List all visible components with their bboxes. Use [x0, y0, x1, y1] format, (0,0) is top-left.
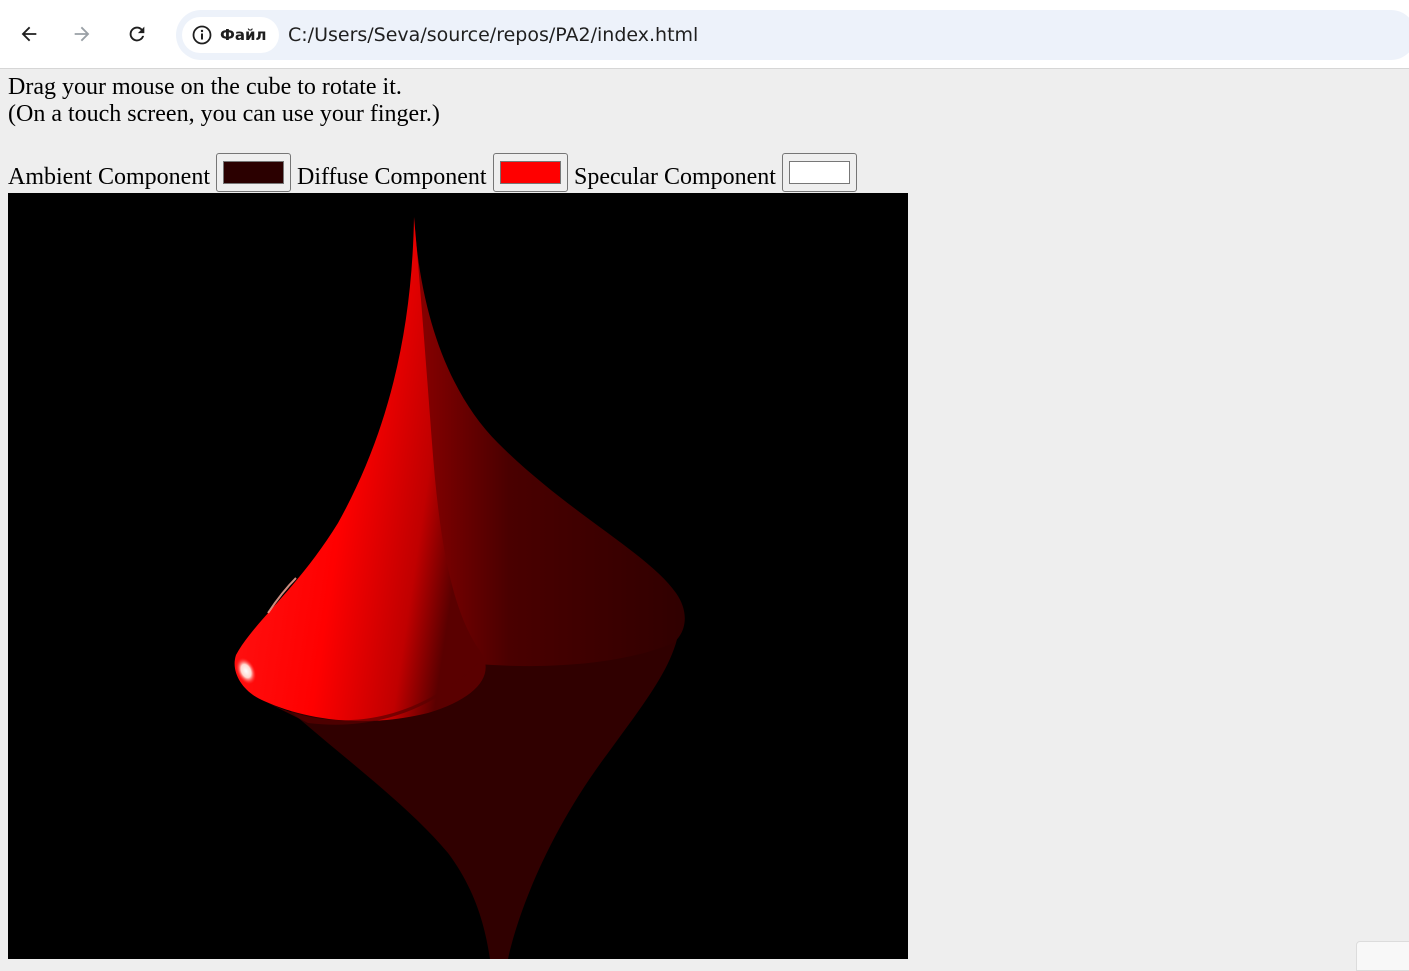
forward-button[interactable]	[62, 14, 102, 54]
site-chip-label: Файл	[220, 26, 267, 44]
specular-color-input[interactable]	[782, 153, 857, 192]
astroid-surface	[234, 217, 685, 959]
specular-swatch	[789, 161, 850, 184]
address-bar[interactable]: Файл C:/Users/Seva/source/repos/PA2/inde…	[176, 10, 1409, 60]
specular-label: Specular Component	[574, 164, 776, 190]
site-info-chip[interactable]: Файл	[182, 17, 279, 53]
instruction-line-1: Drag your mouse on the cube to rotate it…	[8, 74, 402, 100]
corner-widget[interactable]	[1356, 941, 1409, 971]
browser-toolbar: Файл C:/Users/Seva/source/repos/PA2/inde…	[0, 0, 1409, 69]
back-button[interactable]	[9, 14, 49, 54]
ambient-color-input[interactable]	[216, 153, 291, 192]
ambient-label: Ambient Component	[8, 164, 210, 190]
info-icon	[192, 25, 212, 45]
ambient-swatch	[223, 161, 284, 184]
diffuse-label: Diffuse Component	[297, 164, 487, 190]
diffuse-color-input[interactable]	[493, 153, 568, 192]
reload-icon	[129, 26, 145, 42]
reload-button[interactable]	[117, 14, 157, 54]
instruction-line-2: (On a touch screen, you can use your fin…	[8, 101, 440, 127]
instructions: Drag your mouse on the cube to rotate it…	[8, 74, 440, 128]
url-text[interactable]: C:/Users/Seva/source/repos/PA2/index.htm…	[288, 22, 698, 48]
arrow-left-icon	[21, 26, 37, 42]
diffuse-swatch	[500, 161, 561, 184]
webgl-canvas[interactable]	[8, 193, 908, 959]
arrow-right-icon	[74, 26, 90, 42]
